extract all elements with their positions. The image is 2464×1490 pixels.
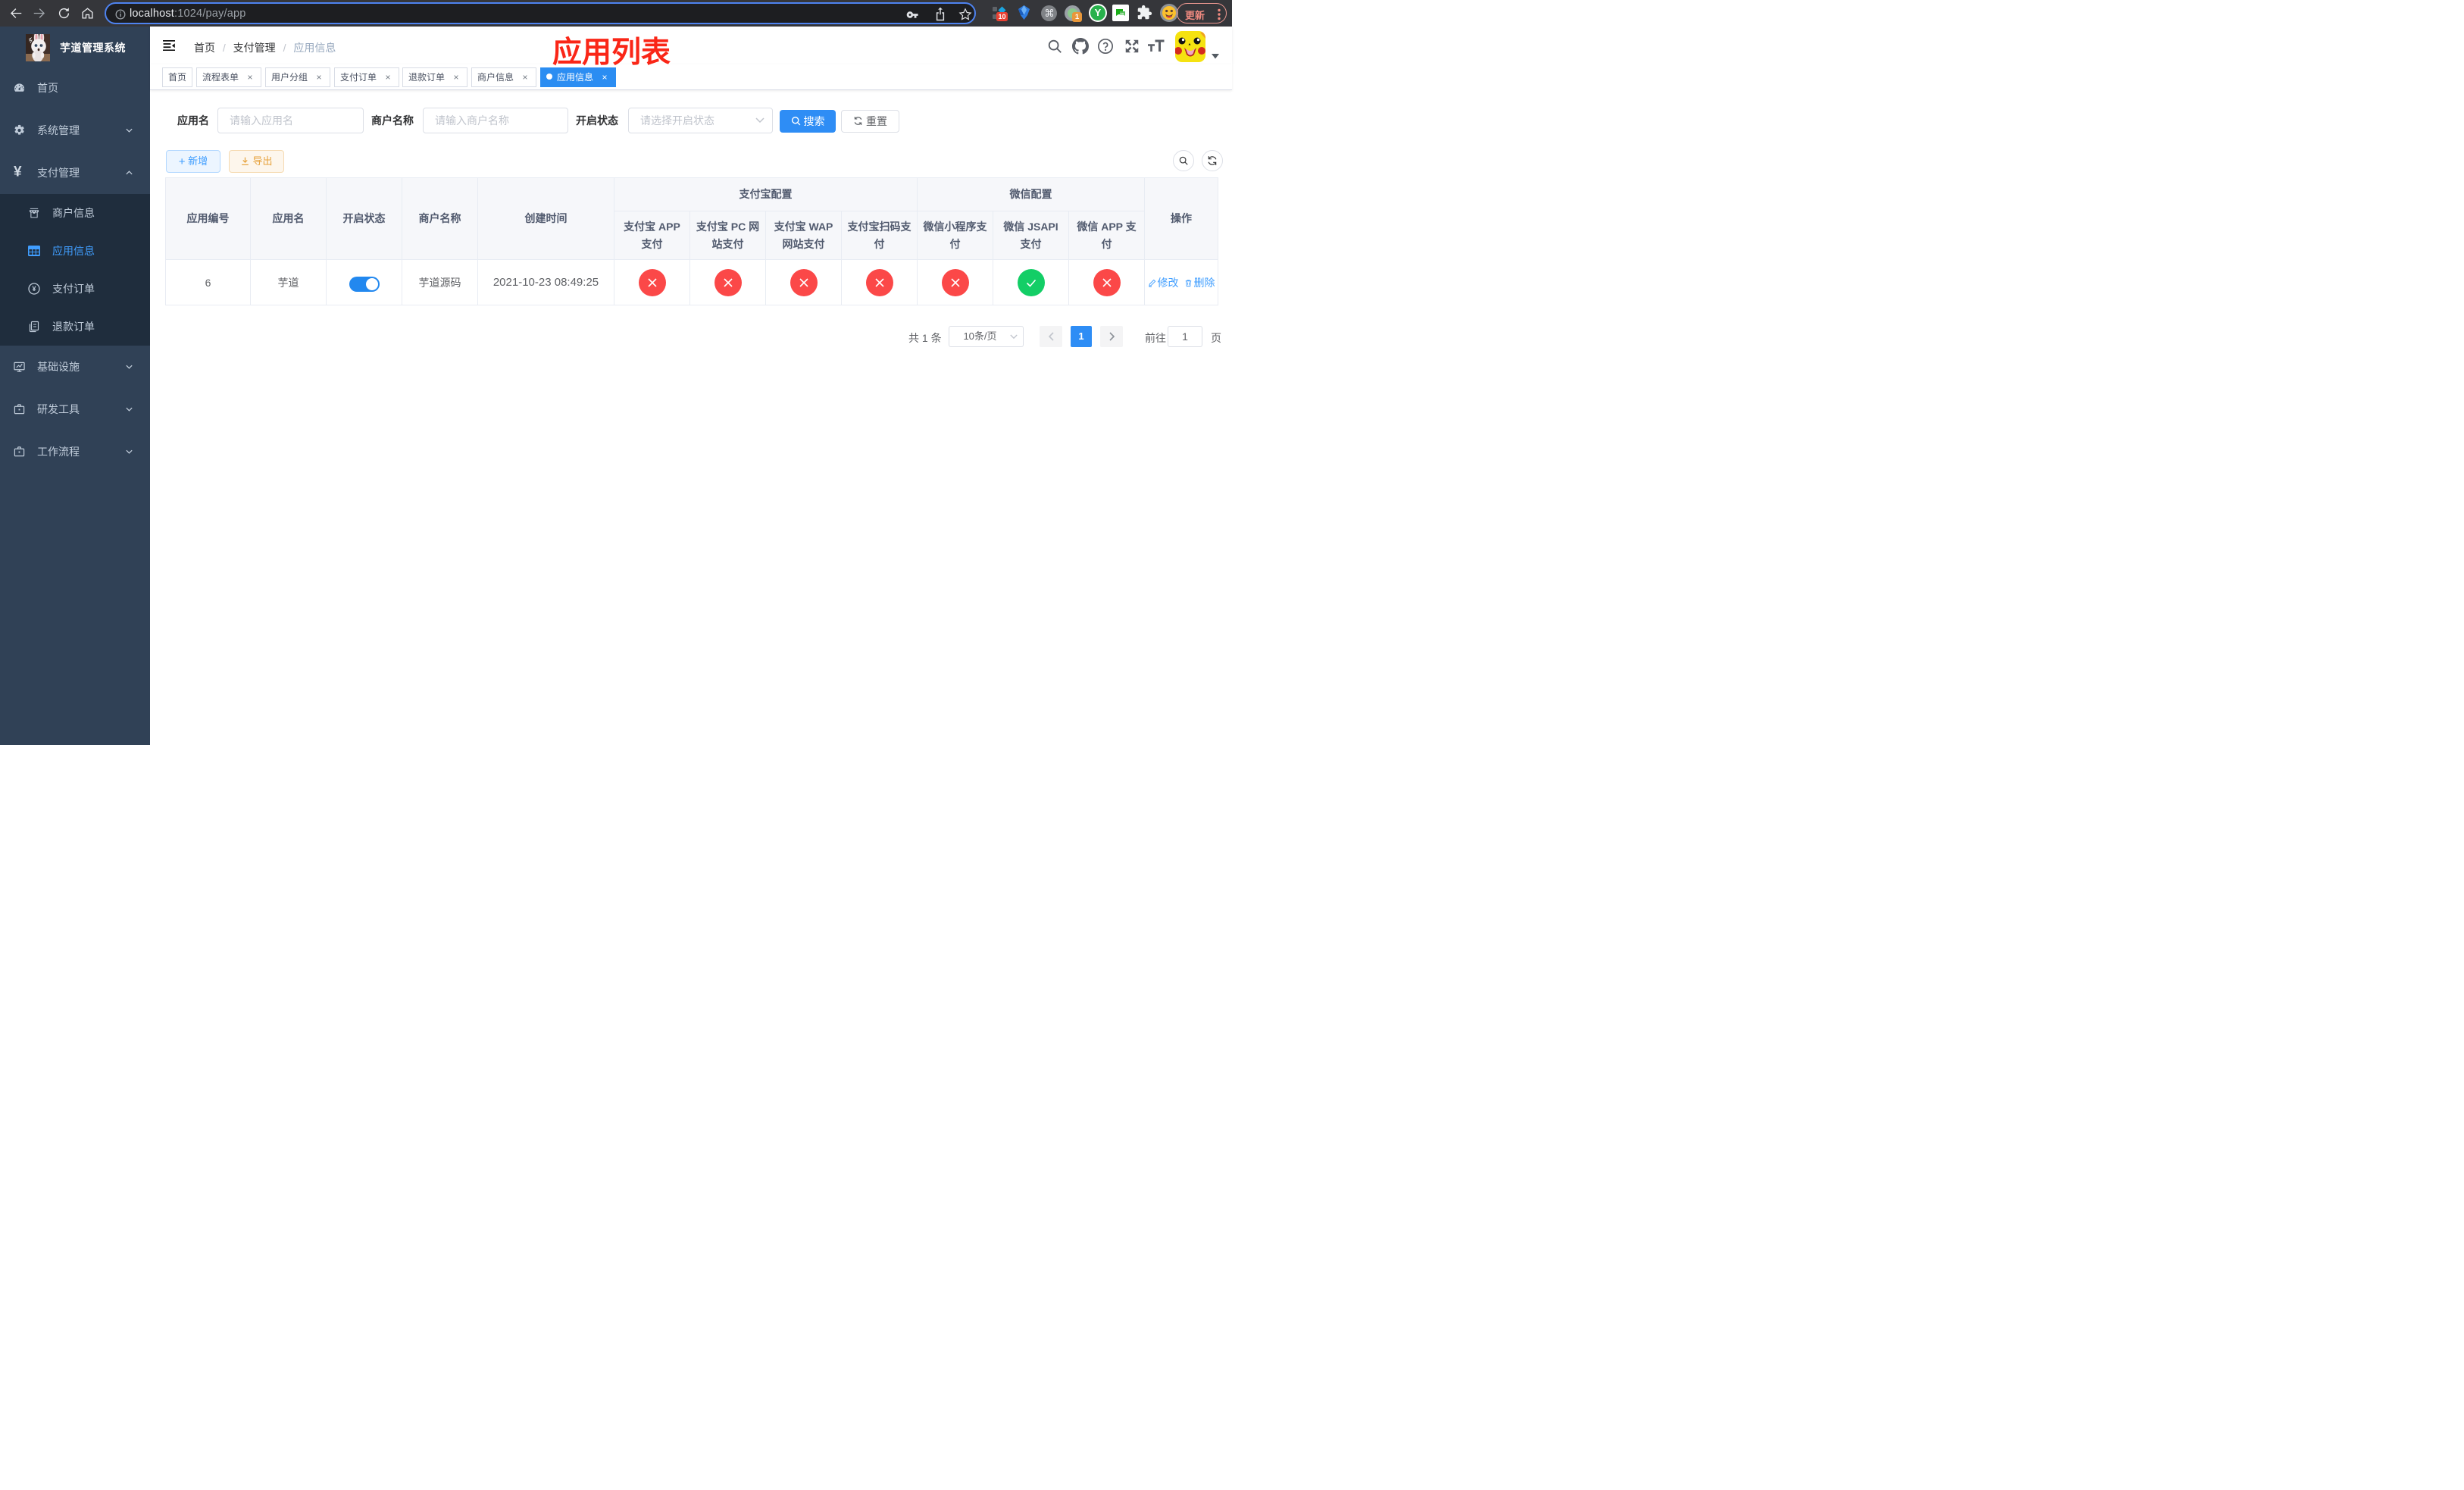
svg-text:¥: ¥ — [32, 285, 36, 293]
